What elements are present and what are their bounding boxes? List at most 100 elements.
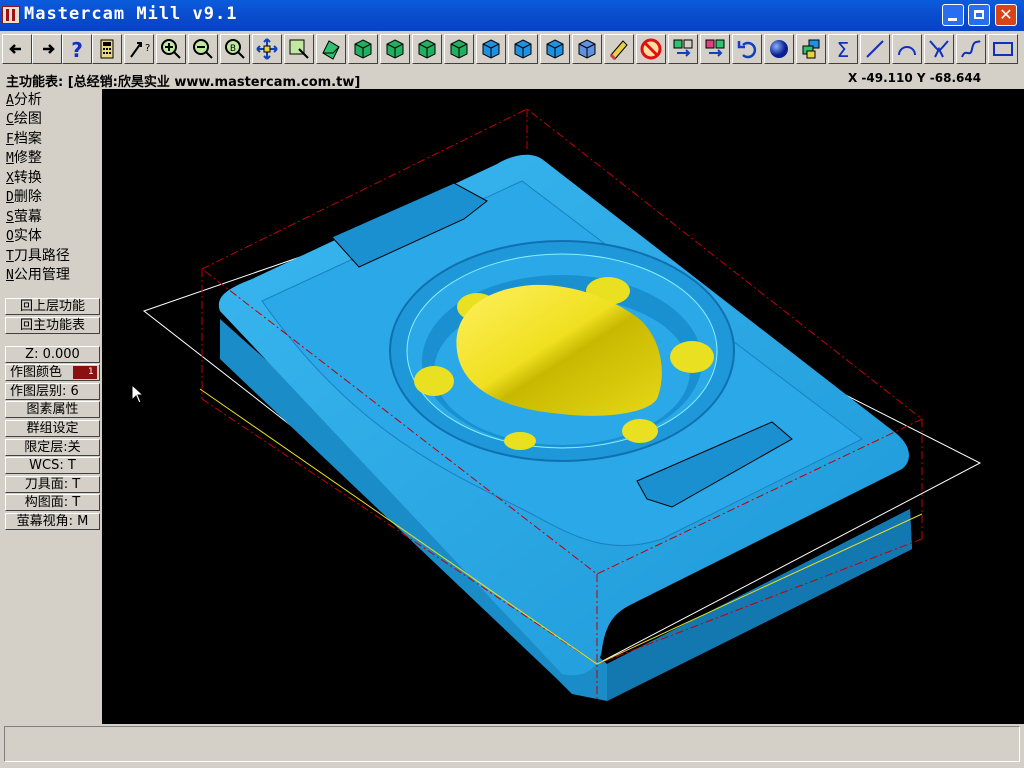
no-delete-button[interactable] (636, 34, 666, 64)
dynamic-rotate-icon (322, 40, 340, 60)
yellow-boss-bottom (504, 432, 536, 450)
menu-item-analyze[interactable]: A分析 (6, 89, 42, 108)
zoom-out-button[interactable] (188, 34, 218, 64)
minimize-icon (948, 18, 957, 21)
graphics-viewport[interactable] (102, 89, 1024, 724)
no-delete-icon (640, 38, 662, 60)
analyze-button[interactable]: ? (124, 34, 154, 64)
rectangle-icon (993, 42, 1013, 56)
view-4-icon (546, 39, 564, 59)
main-toolbar: ? ? B Σ (0, 31, 1024, 70)
mask-button[interactable]: 限定层:关 (5, 439, 100, 456)
menu-item-create[interactable]: C绘图 (6, 108, 42, 127)
undo-icon (737, 41, 757, 59)
arc-button[interactable] (892, 34, 922, 64)
window-title: Mastercam Mill v9.1 (24, 4, 238, 24)
tplane-button[interactable]: 刀具面: T (5, 476, 100, 493)
color-value: 1 (88, 367, 94, 377)
sigma-icon: Σ (837, 38, 850, 61)
menu-item-modify[interactable]: M修整 (6, 147, 42, 166)
zoom-previous-button[interactable]: B (220, 34, 250, 64)
main-menu-button[interactable]: 回主功能表 (5, 317, 100, 334)
zoom-in-button[interactable] (156, 34, 186, 64)
translate-icon (673, 39, 693, 57)
back-up-button[interactable]: 回上层功能 (5, 298, 100, 315)
close-button[interactable]: ✕ (995, 4, 1017, 26)
rectangle-button[interactable] (988, 34, 1018, 64)
groups-button[interactable]: 群组设定 (5, 420, 100, 437)
level-button[interactable]: 作图层别: 6 (5, 383, 100, 400)
help-icon: ? (71, 38, 83, 61)
view-3-icon (514, 39, 532, 59)
main-menu-panel: A分析 C绘图 F档案 M修整 X转换 D删除 S萤幕 O实体 T刀具路径 N公… (0, 89, 102, 724)
minimize-button[interactable] (942, 4, 964, 26)
wcs-button[interactable]: WCS: T (5, 457, 100, 474)
view-top-icon (354, 39, 372, 59)
undo-button[interactable] (732, 34, 762, 64)
eraser-button[interactable] (604, 34, 634, 64)
svg-text:?: ? (71, 38, 83, 61)
part-model-view (142, 108, 982, 701)
menu-item-xform[interactable]: X转换 (6, 167, 42, 186)
view-front-button[interactable] (380, 34, 410, 64)
dynamic-rotate-button[interactable] (316, 34, 346, 64)
view-top-button[interactable] (348, 34, 378, 64)
forward-arrow-icon (43, 44, 55, 54)
attributes-button[interactable]: 图素属性 (5, 401, 100, 418)
cplane-button[interactable]: 构图面: T (5, 494, 100, 511)
shade-button[interactable] (764, 34, 794, 64)
spline-button[interactable] (956, 34, 986, 64)
back-button[interactable] (2, 34, 32, 64)
zoom-window-icon (289, 39, 309, 59)
spline-icon (961, 40, 981, 58)
layers-button[interactable] (796, 34, 826, 64)
zoom-window-button[interactable] (284, 34, 314, 64)
prompt-area (0, 724, 1024, 768)
calculator-button[interactable] (92, 34, 122, 64)
sum-button[interactable]: Σ (828, 34, 858, 64)
menu-item-screen[interactable]: S萤幕 (6, 206, 42, 225)
zoom-in-icon (161, 39, 181, 59)
color-button[interactable]: 作图颜色 1 (5, 364, 100, 381)
translate-button[interactable] (668, 34, 698, 64)
calculator-icon (100, 39, 114, 59)
yellow-boss-bottom-right (622, 419, 658, 443)
cursor-coordinates: X -49.110 Y -68.644 (848, 71, 982, 85)
menu-item-nc-utils[interactable]: N公用管理 (6, 264, 70, 283)
line-button[interactable] (860, 34, 890, 64)
maximize-icon (974, 10, 984, 19)
menu-item-file[interactable]: F档案 (6, 128, 42, 147)
yellow-boss-right (670, 341, 714, 373)
z-depth-button[interactable]: Z: 0.000 (5, 346, 100, 363)
view-5-button[interactable] (572, 34, 602, 64)
help-button[interactable]: ? (62, 34, 92, 64)
color-label: 作图颜色 (10, 365, 63, 380)
mirror-button[interactable] (700, 34, 730, 64)
status-line: 主功能表: [总经销:欣昊实业 www.mastercam.com.tw] X … (0, 69, 1024, 90)
line-icon (866, 40, 884, 58)
view-isometric-icon (450, 39, 468, 59)
mirror-icon (705, 39, 725, 57)
view-4-button[interactable] (540, 34, 570, 64)
gview-button[interactable]: 萤幕视角: M (5, 513, 100, 530)
view-3-button[interactable] (508, 34, 538, 64)
menu-item-delete[interactable]: D删除 (6, 186, 42, 205)
menu-item-solids[interactable]: O实体 (6, 225, 42, 244)
fillet-button[interactable] (924, 34, 954, 64)
view-isometric-button[interactable] (444, 34, 474, 64)
close-icon: ✕ (999, 5, 1013, 24)
forward-button[interactable] (32, 34, 62, 64)
menu-item-toolpaths[interactable]: T刀具路径 (6, 245, 70, 264)
mastercam-app-icon[interactable] (2, 6, 20, 24)
back-arrow-icon (9, 44, 21, 54)
view-side-icon (418, 39, 436, 59)
view-side-button[interactable] (412, 34, 442, 64)
eraser-icon (609, 40, 628, 61)
svg-text:B: B (230, 44, 236, 54)
maximize-button[interactable] (968, 4, 990, 26)
zoom-out-icon (193, 39, 213, 59)
pan-button[interactable] (252, 34, 282, 64)
view-2-button[interactable] (476, 34, 506, 64)
prompt-box[interactable] (4, 726, 1020, 762)
view-5-icon (578, 39, 596, 59)
